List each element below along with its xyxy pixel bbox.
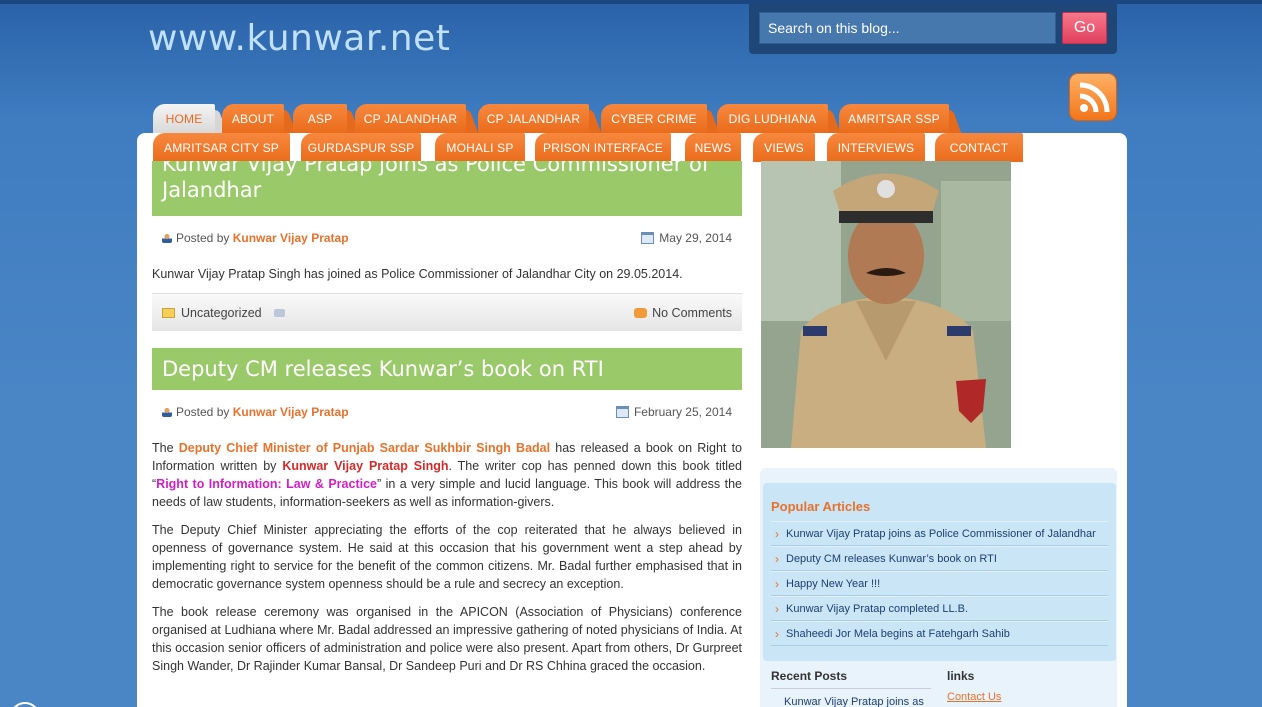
comment-icon (634, 308, 648, 318)
post-2-byline: Posted by Kunwar Vijay Pratap (162, 405, 349, 419)
tab-cp-jalandhar[interactable]: CP JALANDHAR (355, 104, 466, 133)
user-icon (162, 407, 172, 417)
popular-articles-list: Kunwar Vijay Pratap joins as Police Comm… (771, 521, 1108, 646)
highlight-deputy-cm: Deputy Chief Minister of Punjab Sardar S… (178, 441, 551, 455)
tab-prison-interface[interactable]: PRISON INTERFACE (535, 133, 671, 162)
post-1-category-link[interactable]: Uncategorized (181, 306, 262, 320)
recent-post-item[interactable]: Kunwar Vijay Pratap joins as (784, 696, 924, 707)
post-1-category-wrap: Uncategorized (162, 306, 285, 320)
post-1-date: May 29, 2014 (659, 231, 732, 245)
tab-interviews[interactable]: INTERVIEWS (827, 133, 925, 162)
calendar-icon (615, 406, 629, 418)
tag-icon (273, 309, 285, 317)
highlight-author: Kunwar Vijay Pratap Singh (282, 459, 449, 473)
recent-posts-title: Recent Posts (771, 669, 848, 683)
popular-article-item[interactable]: Kunwar Vijay Pratap completed LL.B. (771, 596, 1108, 621)
search-go-button[interactable]: Go (1062, 12, 1107, 44)
tab-views[interactable]: VIEWS (753, 133, 815, 162)
post-1-body: Kunwar Vijay Pratap Singh has joined as … (152, 265, 742, 293)
calendar-icon (641, 232, 655, 244)
post-2-title-bar: Deputy CM releases Kunwar’s book on RTI (152, 348, 742, 390)
folder-icon (162, 308, 175, 318)
post-2-body: The Deputy Chief Minister of Punjab Sard… (152, 439, 742, 685)
posted-by-label: Posted by (176, 231, 230, 245)
tab-about[interactable]: ABOUT (222, 104, 284, 133)
tab-asp[interactable]: ASP (293, 104, 347, 133)
post-1-title[interactable]: Kunwar Vijay Pratap joins as Police Comm… (162, 161, 732, 203)
tab-cp-jalandhar-2[interactable]: CP JALANDHAR (478, 104, 589, 133)
links-title: links (947, 669, 975, 683)
post-2-meta: Posted by Kunwar Vijay Pratap February 2… (152, 401, 742, 423)
post-2-date: February 25, 2014 (633, 405, 732, 419)
post-2-paragraph-2: The Deputy Chief Minister appreciating t… (152, 523, 742, 591)
popular-article-item[interactable]: Deputy CM releases Kunwar’s book on RTI (771, 546, 1108, 571)
post-1-comments-wrap: No Comments (634, 306, 732, 320)
search-input[interactable] (759, 12, 1056, 44)
user-icon (162, 233, 172, 243)
post-2-paragraph-3: The book release ceremony was organised … (152, 605, 742, 673)
post-1-title-bar: Kunwar Vijay Pratap joins as Police Comm… (152, 161, 742, 216)
tab-home[interactable]: HOME (153, 104, 215, 133)
popular-articles-title: Popular Articles (771, 499, 871, 514)
tab-amritsar-city-sp[interactable]: AMRITSAR CITY SP (153, 133, 290, 162)
search-box: Go (749, 4, 1117, 54)
tab-news[interactable]: NEWS (685, 133, 741, 162)
tab-amritsar-ssp[interactable]: AMRITSAR SSP (839, 104, 949, 133)
tab-mohali-sp[interactable]: MOHALI SP (435, 133, 525, 162)
popular-articles-widget: Popular Articles Kunwar Vijay Pratap joi… (763, 483, 1116, 661)
recent-posts-divider (771, 688, 931, 689)
popular-article-item[interactable]: Kunwar Vijay Pratap joins as Police Comm… (771, 521, 1108, 546)
post-2-author-link[interactable]: Kunwar Vijay Pratap (233, 405, 349, 419)
post-1-paragraph: Kunwar Vijay Pratap Singh has joined as … (152, 267, 683, 281)
post-1-byline: Posted by Kunwar Vijay Pratap (162, 231, 349, 245)
rss-feed-icon[interactable] (1069, 73, 1117, 121)
popular-article-item[interactable]: Shaheedi Jor Mela begins at Fatehgarh Sa… (771, 621, 1108, 646)
corner-circle-icon (10, 702, 40, 707)
popular-article-item[interactable]: Happy New Year !!! (771, 571, 1108, 596)
officer-photo (761, 161, 1011, 448)
post-2-date-wrap: February 25, 2014 (615, 405, 732, 419)
post-2-paragraph-1: The Deputy Chief Minister of Punjab Sard… (152, 439, 742, 511)
post-2-title[interactable]: Deputy CM releases Kunwar’s book on RTI (162, 357, 604, 381)
tab-cyber-crime[interactable]: CYBER CRIME (601, 104, 707, 133)
tab-dig-ludhiana[interactable]: DIG LUDHIANA (717, 104, 828, 133)
post-1-date-wrap: May 29, 2014 (641, 231, 732, 245)
post-1-meta: Posted by Kunwar Vijay Pratap May 29, 20… (152, 227, 742, 249)
rss-icon (1079, 82, 1110, 113)
posted-by-label: Posted by (176, 405, 230, 419)
post-1-footer: Uncategorized No Comments (152, 293, 742, 331)
post-1-comments-link[interactable]: No Comments (652, 306, 732, 320)
highlight-book-title: Right to Information: Law & Practice (156, 477, 377, 491)
post-1-author-link[interactable]: Kunwar Vijay Pratap (233, 231, 349, 245)
text-run: The (152, 441, 179, 455)
officer-portrait-image (761, 161, 1011, 448)
contact-us-link[interactable]: Contact Us (947, 691, 1001, 703)
site-title[interactable]: www.kunwar.net (148, 18, 450, 59)
tab-gurdaspur-ssp[interactable]: GURDASPUR SSP (301, 133, 421, 162)
tab-contact[interactable]: CONTACT (935, 133, 1023, 162)
